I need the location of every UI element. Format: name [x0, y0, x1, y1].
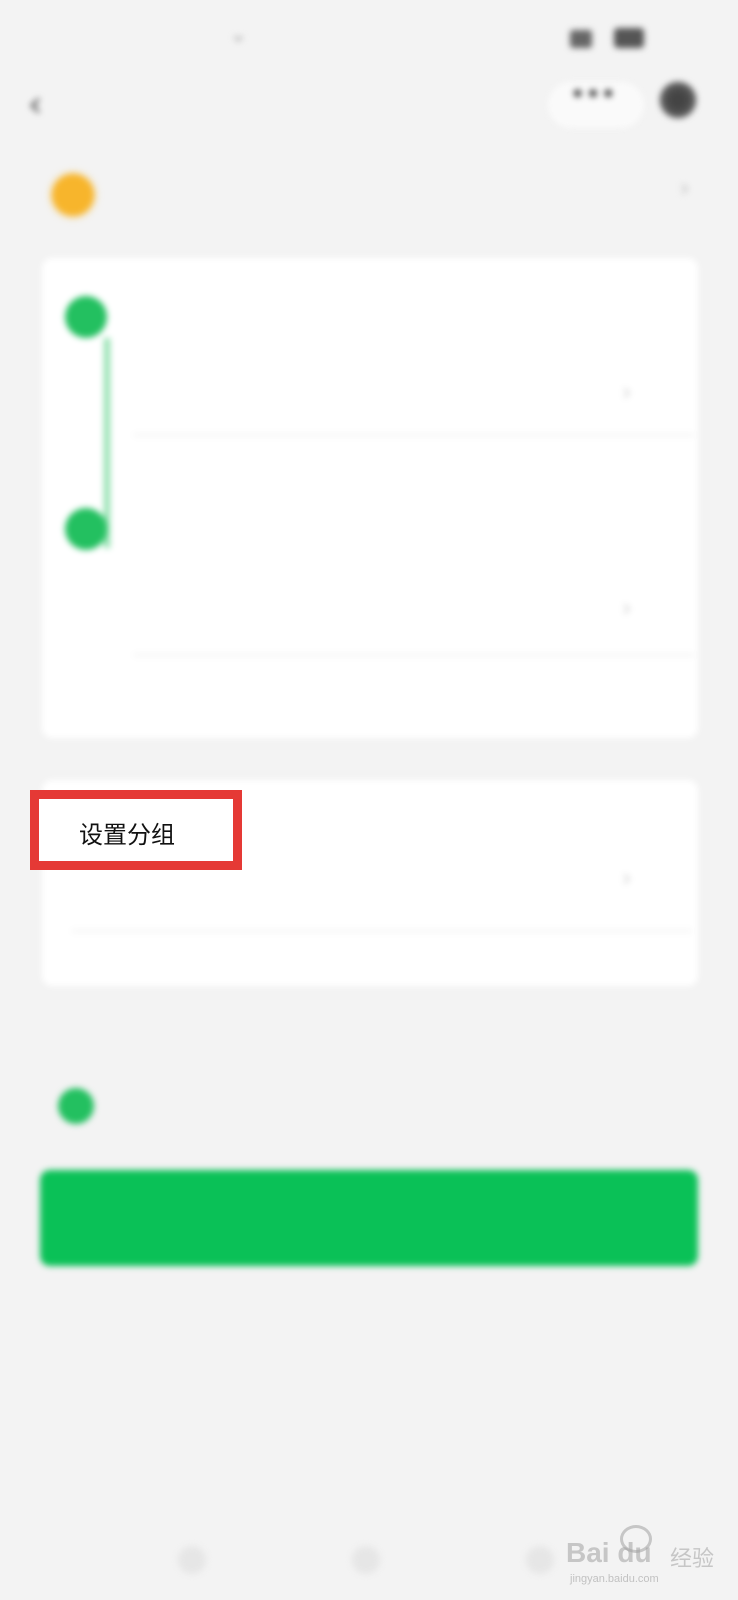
wifi-icon: [570, 30, 592, 48]
status-chevron-icon: ⌄: [230, 22, 247, 46]
divider: [134, 654, 694, 656]
watermark-url: jingyan.baidu.com: [570, 1573, 659, 1585]
step-connector: [104, 338, 110, 548]
electricity-icon: [52, 174, 94, 216]
chevron-right-icon: ›: [622, 378, 632, 406]
back-icon[interactable]: ‹: [28, 84, 42, 125]
navigation-bar: ‹ •••: [0, 70, 738, 140]
chevron-right-icon: ›: [622, 864, 632, 892]
baidu-paw-icon: [620, 1525, 652, 1553]
highlight-annotation-box: 设置分组: [30, 790, 242, 870]
payment-info-card: › ›: [42, 258, 698, 738]
divider: [72, 930, 692, 932]
category-row: ›: [0, 150, 738, 240]
agreement-row: [0, 1080, 738, 1130]
baidu-jingyan-watermark: Bai du 经验 jingyan.baidu.com: [558, 1525, 728, 1585]
divider: [134, 434, 694, 436]
next-button[interactable]: [40, 1170, 698, 1266]
nav-home-gesture[interactable]: [352, 1546, 380, 1574]
nav-recent-gesture[interactable]: [526, 1546, 554, 1574]
battery-icon: [614, 28, 644, 48]
close-circle-icon[interactable]: [660, 82, 696, 118]
step-2-dot: [65, 508, 107, 550]
nav-back-gesture[interactable]: [178, 1546, 206, 1574]
agreement-checkbox[interactable]: [58, 1088, 94, 1124]
set-group-label: 设置分组: [79, 821, 175, 849]
step-1-dot: [65, 296, 107, 338]
more-icon[interactable]: •••: [570, 80, 616, 110]
watermark-cn: 经验: [670, 1547, 715, 1572]
chevron-right-icon: ›: [680, 174, 690, 202]
status-bar: ⌄: [0, 0, 738, 70]
chevron-right-icon: ›: [622, 594, 632, 622]
